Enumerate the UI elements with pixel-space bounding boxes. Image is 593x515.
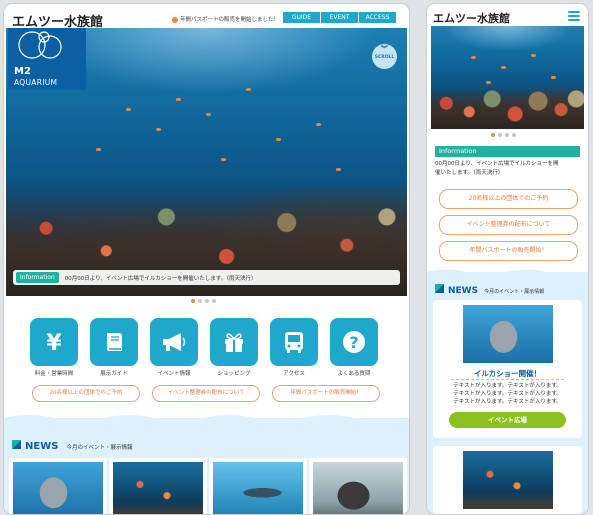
- link-group-reservation[interactable]: 20名様以上の団体でのご予約: [32, 385, 140, 402]
- mobile-news-title: NEWS: [448, 286, 479, 296]
- logo-rings-icon: [18, 31, 62, 59]
- service-access[interactable]: アクセス: [270, 318, 318, 377]
- news-thumb-2[interactable]: [109, 458, 207, 514]
- news-title: NEWS: [25, 441, 59, 452]
- scroll-button[interactable]: ︾ SCROLL: [372, 44, 397, 69]
- news-icon: [435, 284, 444, 293]
- news-header: NEWS 今月のイベント・展示情報: [12, 440, 132, 452]
- mobile-news-card-2[interactable]: [433, 446, 582, 514]
- question-icon: ?: [343, 331, 365, 353]
- info-text: 00月00日より、イベント広場でイルカショーを開催いたします。（雨天決行）: [64, 275, 257, 282]
- info-bar[interactable]: Information 00月00日より、イベント広場でイルカショーを開催いたし…: [13, 270, 400, 285]
- nav-guide[interactable]: GUIDE: [283, 12, 320, 23]
- notice-bullet-icon: [172, 16, 178, 23]
- svg-text:?: ?: [349, 333, 358, 352]
- logo-text-m2: M2: [14, 66, 31, 77]
- news-card-headline: イルカショー開催！: [473, 369, 542, 378]
- mobile-news-header: NEWS 今月のイベント・展示情報: [435, 284, 544, 296]
- link-annual-pass[interactable]: 年間パスポートの販売開始！: [272, 385, 380, 402]
- service-faq[interactable]: ? よくある質問: [330, 318, 378, 377]
- megaphone-icon: [163, 333, 186, 351]
- news-card-body: テキストが入ります。テキストが入ります。 テキストが入ります。テキストが入ります…: [453, 383, 562, 405]
- event-plaza-button[interactable]: イベント広場: [449, 412, 566, 428]
- mobile-site-title[interactable]: エムツー水族館: [433, 10, 510, 26]
- global-nav: GUIDE EVENT ACCESS: [283, 12, 396, 23]
- news-section: NEWS 今月のイベント・展示情報: [4, 415, 409, 514]
- news-thumb-1[interactable]: [9, 458, 107, 514]
- news-thumb-3[interactable]: [209, 458, 307, 514]
- news-thumb-4[interactable]: [309, 458, 407, 514]
- mobile-hero-slider[interactable]: [431, 26, 584, 129]
- header-notice[interactable]: 年間パスポートの販売を開始しました！: [172, 15, 279, 23]
- site-logo[interactable]: M2 AQUARIUM: [8, 28, 86, 90]
- mobile-news-subtitle: 今月のイベント・展示情報: [484, 289, 545, 295]
- bus-icon: [285, 332, 303, 353]
- dolphin-image: [13, 462, 103, 514]
- reef-fish-image: [463, 451, 553, 509]
- service-menu: ¥ 料金・営業時間 展示ガイド イベント情報 ショッピング アクセス ? よくあ…: [30, 318, 378, 377]
- mobile-link-event-tickets[interactable]: イベント整理券の配布について: [439, 215, 578, 235]
- mobile-slider-dots[interactable]: [491, 133, 516, 137]
- news-icon: [12, 440, 21, 449]
- mobile-link-annual-pass[interactable]: 年間パスポートの販売開始！: [439, 241, 578, 261]
- book-icon: [107, 333, 122, 351]
- mobile-news-section: NEWS 今月のイベント・展示情報 イルカショー開催！ テキストが入ります。テキ…: [427, 269, 588, 514]
- service-shopping[interactable]: ショッピング: [210, 318, 258, 377]
- chevron-down-icon: ︾: [381, 45, 388, 53]
- nav-event[interactable]: EVENT: [321, 12, 358, 23]
- link-event-tickets[interactable]: イベント整理券の配布について: [152, 385, 260, 402]
- sea-lion-image: [313, 462, 403, 514]
- mobile-info-text[interactable]: 00月00日より、イベント広場でイルカショーを開 催いたします。（雨天決行）: [435, 160, 559, 178]
- yen-icon: ¥: [46, 331, 62, 355]
- service-events[interactable]: イベント情報: [150, 318, 198, 377]
- news-subtitle: 今月のイベント・展示情報: [66, 445, 133, 451]
- service-fees[interactable]: ¥ 料金・営業時間: [30, 318, 78, 377]
- service-guide[interactable]: 展示ガイド: [90, 318, 138, 377]
- hamburger-menu-icon[interactable]: [568, 11, 580, 21]
- slider-dots[interactable]: [191, 299, 216, 303]
- mobile-link-group-reservation[interactable]: 20名様以上の団体でのご予約: [439, 189, 578, 209]
- nav-access[interactable]: ACCESS: [359, 12, 396, 23]
- hero-slider[interactable]: M2 AQUARIUM ︾ SCROLL Information 00月00日よ…: [6, 28, 407, 296]
- dolphin-image: [463, 305, 553, 363]
- mobile-news-card[interactable]: イルカショー開催！ テキストが入ります。テキストが入ります。 テキストが入ります…: [433, 300, 582, 438]
- reef-fish-image: [113, 462, 203, 514]
- mobile-info-label: Information: [435, 146, 580, 157]
- whale-shark-image: [213, 462, 303, 514]
- mobile-mockup: エムツー水族館 Information 00月00日より、イベント広場でイルカシ…: [427, 4, 588, 514]
- svg-text:¥: ¥: [46, 331, 62, 355]
- desktop-mockup: エムツー水族館 年間パスポートの販売を開始しました！ GUIDE EVENT A…: [4, 4, 409, 514]
- logo-text-aquarium: AQUARIUM: [14, 78, 58, 87]
- info-label: Information: [16, 272, 59, 283]
- gift-icon: [225, 333, 243, 352]
